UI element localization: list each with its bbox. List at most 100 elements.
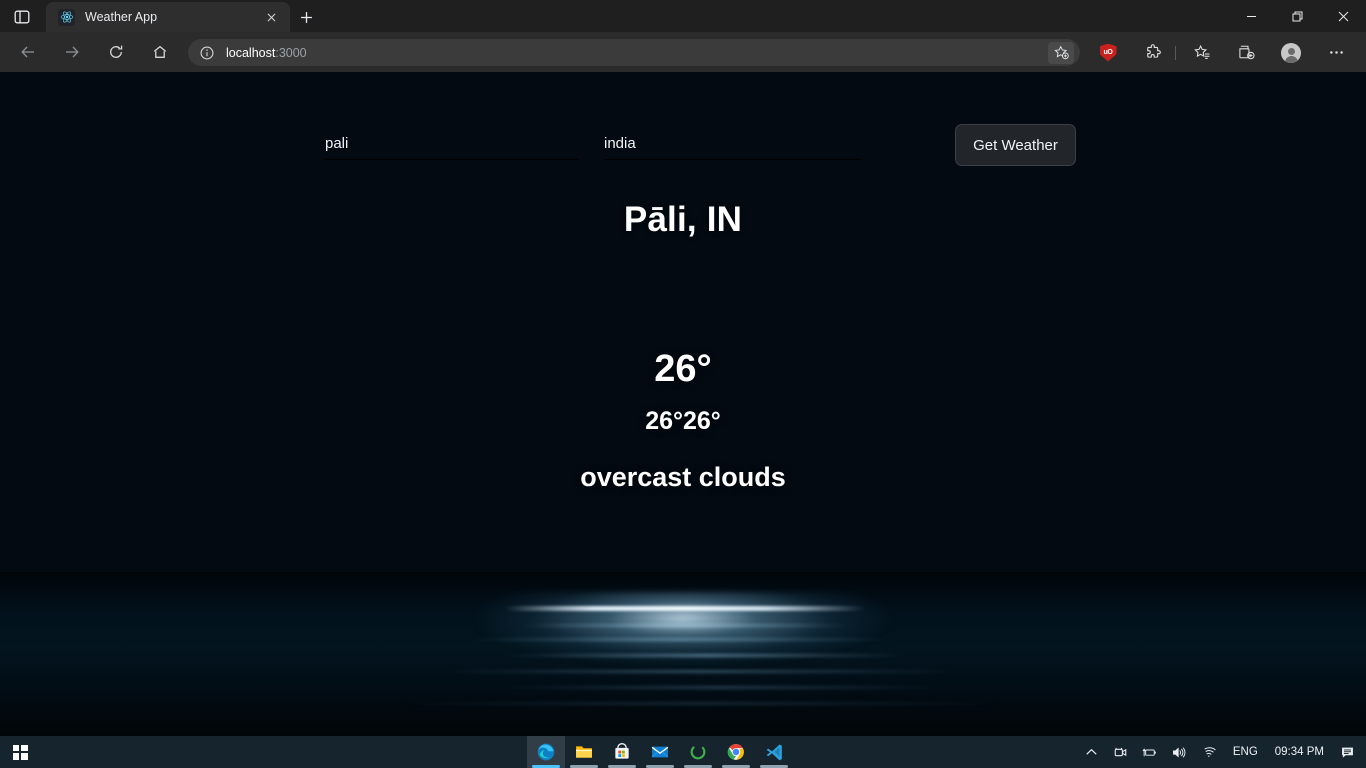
site-info-icon — [200, 46, 214, 59]
show-hidden-icons-button[interactable] — [1077, 736, 1106, 768]
country-input[interactable] — [604, 132, 861, 160]
language-indicator[interactable]: ENG — [1226, 736, 1265, 768]
ublock-origin-shield-icon: uO — [1099, 43, 1117, 62]
tab-title: Weather App — [85, 10, 158, 24]
settings-ellipsis-icon — [1329, 51, 1343, 54]
battery-charging-icon — [1142, 748, 1156, 756]
reload-button[interactable] — [100, 36, 132, 68]
camera-tray-button[interactable] — [1106, 736, 1135, 768]
favorites-button[interactable] — [1188, 39, 1216, 66]
notifications-icon — [1342, 747, 1353, 758]
system-tray: ENG 09:34 PM — [1077, 736, 1366, 768]
address-bar-text: localhost:3000 — [226, 46, 1048, 60]
weather-temperature: 26° — [654, 348, 712, 390]
forward-arrow-icon — [66, 46, 79, 58]
tab-close-button[interactable] — [260, 6, 282, 28]
tab-search-icon — [14, 10, 30, 23]
taskbar-item-microsoft-store[interactable] — [603, 736, 641, 768]
water-ripple — [505, 654, 905, 657]
tab-search-button[interactable] — [4, 3, 40, 30]
water-ripple — [490, 686, 950, 689]
browser-window: Weather App localhost:3000 uO pali india… — [0, 0, 1366, 736]
home-button[interactable] — [144, 36, 176, 68]
windows-start-icon — [12, 744, 28, 760]
language-label: ENG — [1232, 746, 1258, 758]
browser-tab[interactable]: Weather App — [46, 2, 290, 32]
profile-avatar-icon — [1281, 42, 1301, 63]
search-row: Get Weather — [0, 72, 1366, 192]
window-controls — [1228, 0, 1366, 32]
start-button[interactable] — [0, 736, 40, 768]
add-favorite-button[interactable] — [1048, 41, 1074, 64]
new-tab-button[interactable] — [292, 4, 320, 30]
plus-icon — [300, 11, 312, 23]
close-window-button[interactable] — [1320, 0, 1366, 32]
microsoft-edge-icon — [537, 743, 555, 761]
ublock-origin-button[interactable]: uO — [1094, 39, 1122, 66]
toolbar-separator — [1175, 46, 1176, 60]
get-weather-button[interactable]: Get Weather — [955, 124, 1076, 166]
network-button[interactable] — [1193, 736, 1226, 768]
forward-button[interactable] — [56, 36, 88, 68]
water-ripple — [400, 702, 1000, 705]
taskbar-item-file-explorer[interactable] — [565, 736, 603, 768]
site-info-button[interactable] — [198, 44, 216, 62]
collections-icon — [1238, 45, 1255, 60]
windows-taskbar: ENG 09:34 PM — [0, 736, 1366, 768]
volume-button[interactable] — [1164, 736, 1193, 768]
close-icon — [267, 13, 275, 21]
address-bar[interactable]: localhost:3000 — [188, 39, 1080, 66]
weather-temp-range: 26°26° — [645, 407, 721, 435]
maximize-button[interactable] — [1274, 0, 1320, 32]
city-field-wrapper — [325, 132, 578, 160]
clock[interactable]: 09:34 PM — [1265, 746, 1334, 758]
camera-icon — [1114, 747, 1127, 756]
collections-button[interactable] — [1232, 39, 1260, 66]
restore-icon — [1292, 11, 1302, 21]
page-viewport: Get Weather Pāli, IN 26° 26°26° overcast… — [0, 72, 1366, 736]
taskbar-item-microsoft-edge[interactable] — [527, 736, 565, 768]
country-field-wrapper — [604, 132, 861, 160]
google-chrome-icon — [727, 744, 744, 760]
taskbar-item-visual-studio-code[interactable] — [755, 736, 793, 768]
file-explorer-icon — [576, 746, 592, 758]
reload-icon — [110, 45, 123, 58]
back-arrow-icon — [21, 46, 34, 58]
taskbar-item-google-chrome[interactable] — [717, 736, 755, 768]
settings-and-more-button[interactable] — [1322, 39, 1350, 66]
close-icon — [1338, 11, 1348, 21]
node-loading-icon — [690, 744, 706, 760]
battery-button[interactable] — [1135, 736, 1164, 768]
minimize-button[interactable] — [1228, 0, 1274, 32]
navigation-toolbar: localhost:3000 uO — [0, 32, 1366, 72]
taskbar-item-mail[interactable] — [641, 736, 679, 768]
mail-icon — [651, 746, 669, 758]
taskbar-item-node-loading[interactable] — [679, 736, 717, 768]
react-logo-icon — [58, 8, 75, 26]
city-input[interactable] — [325, 132, 578, 160]
extensions-button[interactable] — [1139, 39, 1167, 66]
add-favorite-star-icon — [1053, 45, 1069, 60]
url-port: :3000 — [275, 45, 307, 60]
weather-description: overcast clouds — [580, 462, 786, 492]
home-icon — [153, 45, 167, 58]
minimize-icon — [1246, 15, 1256, 17]
url-host: localhost — [226, 45, 276, 60]
back-button[interactable] — [12, 36, 44, 68]
water-ripple — [470, 638, 890, 641]
wifi-icon — [1204, 746, 1216, 757]
profile-button[interactable] — [1277, 39, 1305, 66]
weather-location: Pāli, IN — [623, 200, 743, 239]
ublock-badge-label: uO — [1103, 49, 1113, 56]
taskbar-app-list — [527, 736, 793, 768]
notifications-button[interactable] — [1334, 736, 1366, 768]
microsoft-store-icon — [615, 743, 629, 759]
moon-reflection-streak — [505, 606, 865, 611]
water-ripple — [520, 624, 850, 627]
favorites-list-icon — [1193, 44, 1209, 59]
show-hidden-icons-chevron — [1086, 748, 1097, 755]
tab-strip: Weather App — [0, 0, 1366, 32]
water-ripple — [440, 670, 960, 673]
volume-icon — [1172, 746, 1186, 758]
extensions-puzzle-icon — [1146, 44, 1161, 58]
